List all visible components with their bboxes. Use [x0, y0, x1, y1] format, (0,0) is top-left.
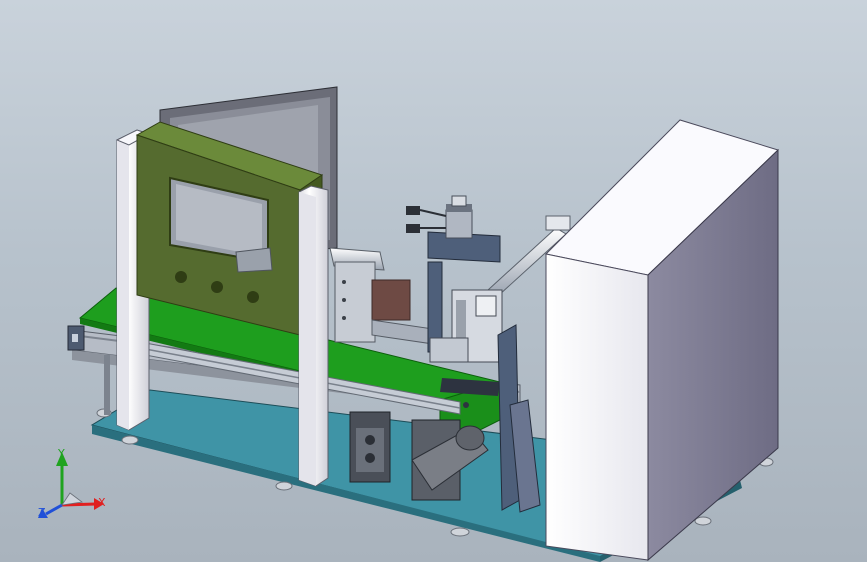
control-cabinet: [544, 119, 779, 562]
z-axis-label: Z: [38, 506, 46, 519]
side-support-bracket: [497, 324, 541, 513]
machine-assembly-model: [38, 86, 779, 562]
z-axis-arrow: [45, 503, 63, 516]
coordinate-triad: [38, 452, 104, 518]
cad-viewport[interactable]: Y X Z: [0, 0, 867, 562]
x-axis-label: X: [98, 496, 106, 509]
center-column: [298, 185, 329, 487]
y-axis-label: Y: [58, 447, 65, 460]
